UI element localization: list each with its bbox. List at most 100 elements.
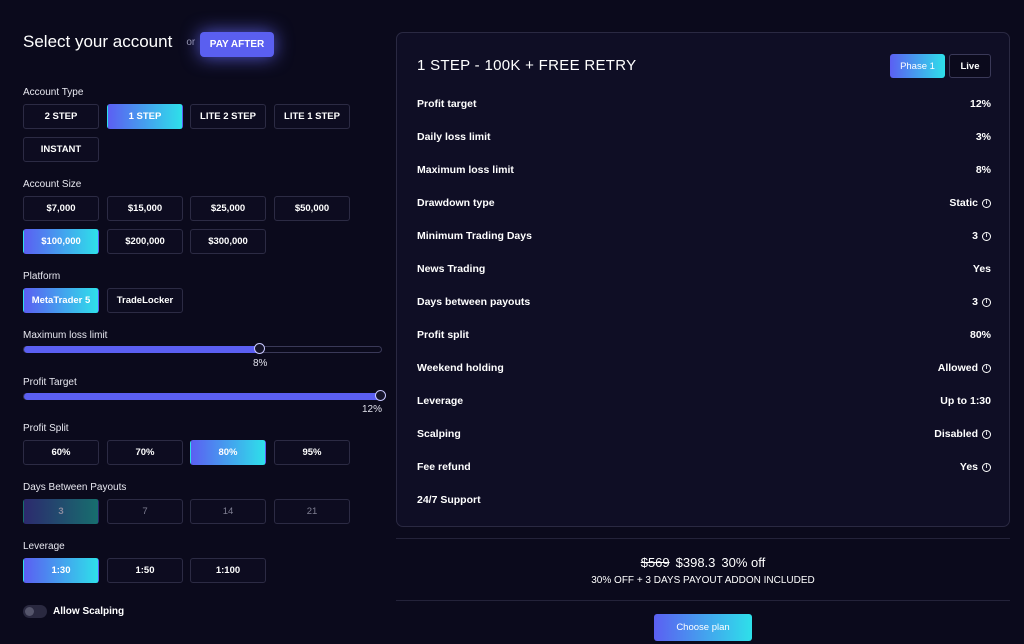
spec-value: 3 (972, 230, 978, 242)
account-type-2-step[interactable]: 2 STEP (23, 104, 99, 129)
info-icon[interactable]: i (982, 198, 991, 208)
toggle-knob (25, 607, 34, 616)
spec-label: Scalping (417, 428, 461, 440)
spec-label: Profit target (417, 98, 477, 110)
spec-value: 8% (975, 164, 991, 176)
spec-row: Scalping Disabled i (417, 427, 991, 441)
spec-value-wrap: Up to 1:30 (940, 395, 991, 407)
spec-label: Fee refund (417, 461, 471, 473)
plan-title: 1 STEP - 100K + FREE RETRY (417, 57, 637, 74)
platform-metatrader-5[interactable]: MetaTrader 5 (23, 288, 99, 313)
new-price: $398.3 (675, 555, 716, 570)
discount-text: 30% off (721, 555, 766, 570)
max-loss-label: Maximum loss limit (23, 330, 108, 341)
spec-row: Daily loss limit 3% (417, 130, 991, 144)
profit-target-slider-thumb[interactable] (375, 390, 386, 401)
divider (396, 600, 1010, 601)
allow-scalping-toggle[interactable] (23, 605, 47, 618)
choose-plan-button[interactable]: Choose plan (654, 614, 752, 641)
account-size-100000[interactable]: $100,000 (23, 229, 99, 254)
spec-row: Leverage Up to 1:30 (417, 394, 991, 408)
spec-value: 12% (969, 98, 991, 110)
platform-label: Platform (23, 271, 61, 282)
spec-value: Up to 1:30 (940, 395, 991, 407)
account-size-15000[interactable]: $15,000 (107, 196, 183, 221)
spec-label: Profit split (417, 329, 469, 341)
spec-value-wrap: Yes i (960, 461, 991, 473)
info-icon[interactable]: i (982, 231, 991, 241)
payout-days-3[interactable]: 3 (23, 499, 99, 524)
spec-value: Allowed (937, 362, 978, 374)
account-size-25000[interactable]: $25,000 (190, 196, 266, 221)
spec-row: Fee refund Yes i (417, 460, 991, 474)
account-size-200000[interactable]: $200,000 (107, 229, 183, 254)
account-type-instant[interactable]: INSTANT (23, 137, 99, 162)
spec-row: News Trading Yes (417, 262, 991, 276)
profit-split-80[interactable]: 80% (190, 440, 266, 465)
spec-row: Weekend holding Allowed i (417, 361, 991, 375)
spec-label: Weekend holding (417, 362, 504, 374)
max-loss-slider[interactable] (23, 343, 382, 354)
spec-label: Leverage (417, 395, 464, 407)
leverage-1-50[interactable]: 1:50 (107, 558, 183, 583)
spec-value: Disabled (934, 428, 978, 440)
pay-after-button[interactable]: PAY AFTER (200, 32, 274, 57)
spec-label: Maximum loss limit (417, 164, 514, 176)
account-size-7000[interactable]: $7,000 (23, 196, 99, 221)
spec-value: Yes (959, 461, 978, 473)
spec-label: Days between payouts (417, 296, 531, 308)
account-size-50000[interactable]: $50,000 (274, 196, 350, 221)
spec-value-wrap: 3% (976, 131, 991, 143)
spec-label: Minimum Trading Days (417, 230, 532, 242)
account-size-300000[interactable]: $300,000 (190, 229, 266, 254)
spec-value-wrap: Static i (949, 197, 991, 209)
profit-target-slider[interactable] (23, 390, 386, 401)
profit-target-value: 12% (362, 404, 383, 415)
payout-days-7[interactable]: 7 (107, 499, 183, 524)
max-loss-slider-thumb[interactable] (254, 343, 265, 354)
allow-scalping-label: Allow Scalping (53, 606, 125, 617)
title-row: Select your account or PAY AFTER (23, 32, 274, 57)
info-icon[interactable]: i (982, 363, 991, 373)
price-line: $569 $398.3 30% off (396, 555, 1010, 570)
profit-split-70[interactable]: 70% (107, 440, 183, 465)
profit-split-95[interactable]: 95% (274, 440, 350, 465)
profit-split-60[interactable]: 60% (23, 440, 99, 465)
account-type-lite-2-step[interactable]: LITE 2 STEP (190, 104, 266, 129)
profit-target-label: Profit Target (23, 377, 77, 388)
spec-label: Daily loss limit (417, 131, 491, 143)
info-icon[interactable]: i (982, 462, 991, 472)
spec-value: 3 (972, 296, 978, 308)
spec-row: 24/7 Support (417, 493, 991, 507)
spec-row: Drawdown type Static i (417, 196, 991, 210)
phase-1-tab[interactable]: Phase 1 (890, 54, 945, 78)
page-title: Select your account (23, 32, 173, 51)
account-type-lite-1-step[interactable]: LITE 1 STEP (274, 104, 350, 129)
divider (396, 538, 1010, 539)
days-between-payouts-label: Days Between Payouts (23, 482, 127, 493)
account-type-1-step[interactable]: 1 STEP (107, 104, 183, 129)
info-icon[interactable]: i (982, 297, 991, 307)
leverage-1-100[interactable]: 1:100 (190, 558, 266, 583)
info-icon[interactable]: i (982, 429, 991, 439)
spec-row: Maximum loss limit 8% (417, 163, 991, 177)
spec-value: Static (949, 197, 978, 209)
leverage-label: Leverage (23, 541, 65, 552)
spec-value-wrap: Yes (973, 263, 991, 275)
spec-label: 24/7 Support (417, 494, 481, 506)
spec-value-wrap: Disabled i (934, 428, 991, 440)
spec-row: Minimum Trading Days 3 i (417, 229, 991, 243)
max-loss-slider-fill (24, 346, 260, 353)
payout-days-21[interactable]: 21 (274, 499, 350, 524)
spec-value-wrap: 12% (970, 98, 991, 110)
spec-value: 80% (969, 329, 991, 341)
platform-tradelocker[interactable]: TradeLocker (107, 288, 183, 313)
spec-value-wrap: 8% (976, 164, 991, 176)
spec-row: Profit split 80% (417, 328, 991, 342)
live-tab[interactable]: Live (949, 54, 991, 78)
leverage-1-30[interactable]: 1:30 (23, 558, 99, 583)
payout-days-14[interactable]: 14 (190, 499, 266, 524)
spec-label: Drawdown type (417, 197, 495, 209)
spec-label: News Trading (417, 263, 486, 275)
account-size-label: Account Size (23, 179, 82, 190)
